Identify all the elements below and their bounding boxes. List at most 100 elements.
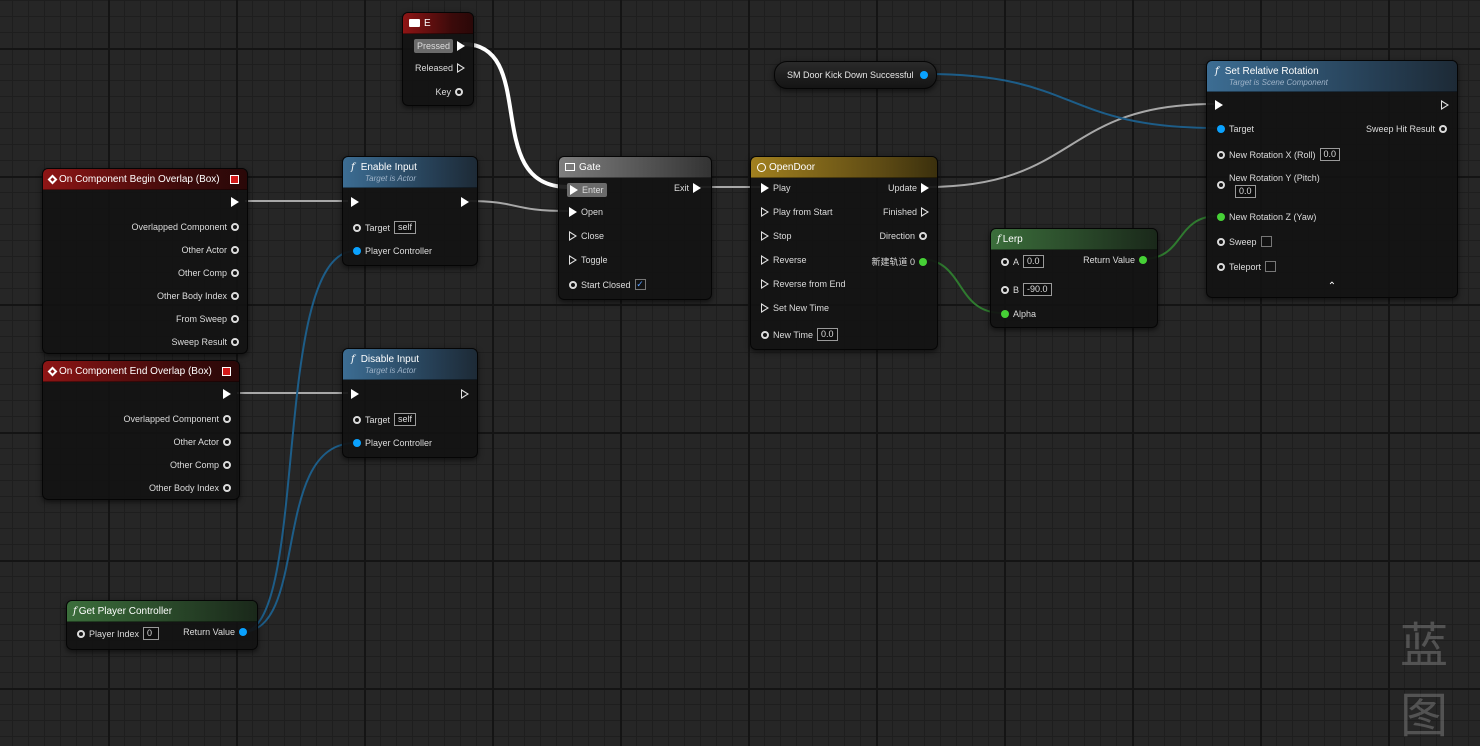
sm-door-variable-node[interactable]: SM Door Kick Down Successful <box>774 61 937 89</box>
get-player-controller-node[interactable]: f Get Player Controller Player Index 0 Ret… <box>66 600 258 650</box>
sweep-checkbox[interactable] <box>1260 236 1272 247</box>
lerp-a-pin[interactable]: A 0.0 <box>1001 255 1044 268</box>
set-rotation-exec-in-pin[interactable] <box>1215 100 1223 110</box>
rotation-x-value[interactable]: 0.0 <box>1319 148 1341 161</box>
timeline-stop-pin[interactable]: Stop <box>761 231 792 241</box>
gate-node[interactable]: Gate Enter Exit Open Close Toggle Start … <box>558 156 712 300</box>
player-index-value[interactable]: 0 <box>143 627 160 640</box>
timeline-new-time-pin[interactable]: New Time 0.0 <box>761 328 838 341</box>
exec-in-icon <box>761 231 769 241</box>
teleport-pin[interactable]: Teleport <box>1217 261 1277 272</box>
exec-out-icon <box>1441 100 1449 110</box>
other-actor-pin[interactable]: Other Actor <box>181 245 239 255</box>
lerp-alpha-pin[interactable]: Alpha <box>1001 309 1036 319</box>
begin-overlap-exec-pin[interactable] <box>231 197 239 207</box>
enable-exec-out-pin[interactable] <box>461 197 469 207</box>
enable-exec-in-pin[interactable] <box>351 197 359 207</box>
enable-target-value[interactable]: self <box>394 221 417 234</box>
gate-open-pin[interactable]: Open <box>569 207 603 217</box>
timeline-update-pin[interactable]: Update <box>888 183 929 193</box>
object-pin-icon <box>231 246 239 254</box>
collapse-arrow-icon[interactable]: ⌃ <box>1207 281 1457 292</box>
sweep-hit-result-pin[interactable]: Sweep Hit Result <box>1366 124 1447 134</box>
timeline-finished-pin[interactable]: Finished <box>883 207 929 217</box>
lerp-b-pin[interactable]: B -90.0 <box>1001 283 1052 296</box>
disable-exec-out-pin[interactable] <box>461 389 469 399</box>
timeline-reverse-from-end-pin[interactable]: Reverse from End <box>761 279 846 289</box>
float-pin-icon <box>1001 310 1009 318</box>
disable-exec-in-pin[interactable] <box>351 389 359 399</box>
get-pc-header: f Get Player Controller <box>67 601 257 622</box>
event-icon <box>47 174 58 184</box>
exec-in-icon <box>761 279 769 289</box>
timeline-header: OpenDoor <box>751 157 937 178</box>
opendoor-timeline-node[interactable]: OpenDoor Play Play from Start Stop Rever… <box>750 156 938 350</box>
object-pin-icon <box>353 247 361 255</box>
lerp-a-value[interactable]: 0.0 <box>1023 255 1044 268</box>
pressed-pin[interactable]: Pressed <box>413 39 465 53</box>
struct-pin-icon <box>231 338 239 346</box>
timeline-play-from-start-pin[interactable]: Play from Start <box>761 207 833 217</box>
wire-pressed-to-enter <box>462 42 569 189</box>
disable-input-node[interactable]: f Disable Input Target is Actor Target sel… <box>342 348 478 458</box>
timeline-reverse-pin[interactable]: Reverse <box>761 255 807 265</box>
timeline-set-new-time-pin[interactable]: Set New Time <box>761 303 829 313</box>
timeline-track-pin[interactable]: 新建轨道 0 <box>871 255 927 268</box>
lerp-b-value[interactable]: -90.0 <box>1023 283 1052 296</box>
player-index-pin[interactable]: Player Index 0 <box>77 627 160 640</box>
end-other-actor-pin[interactable]: Other Actor <box>173 437 231 447</box>
gate-enter-pin[interactable]: Enter <box>567 183 607 197</box>
enable-target-pin[interactable]: Target self <box>353 221 417 234</box>
wire-update-to-set-rotation <box>925 103 1215 188</box>
key-pin[interactable]: Key <box>435 87 463 97</box>
teleport-checkbox[interactable] <box>1265 261 1277 272</box>
other-comp-pin[interactable]: Other Comp <box>178 268 239 278</box>
exec-out-icon <box>461 197 469 207</box>
timeline-play-pin[interactable]: Play <box>761 183 791 193</box>
end-other-comp-pin[interactable]: Other Comp <box>170 460 231 470</box>
gate-close-pin[interactable]: Close <box>569 231 604 241</box>
from-sweep-pin[interactable]: From Sweep <box>176 314 239 324</box>
bool-pin-icon <box>1217 262 1225 271</box>
lerp-return-pin[interactable]: Return Value <box>1083 255 1147 265</box>
set-relative-rotation-node[interactable]: f Set Relative Rotation Target is Scene C… <box>1206 60 1458 298</box>
sweep-result-pin[interactable]: Sweep Result <box>171 337 239 347</box>
other-body-index-pin[interactable]: Other Body Index <box>157 291 239 301</box>
enable-input-node[interactable]: f Enable Input Target is Actor Target self… <box>342 156 478 266</box>
gate-toggle-pin[interactable]: Toggle <box>569 255 608 265</box>
released-pin[interactable]: Released <box>415 63 465 73</box>
lerp-node[interactable]: f Lerp A 0.0 B -90.0 Alpha Return Value <box>990 228 1158 328</box>
exec-in-icon <box>761 303 769 313</box>
clock-icon <box>757 162 766 172</box>
overlapped-component-pin[interactable]: Overlapped Component <box>131 222 239 232</box>
end-overlap-exec-pin[interactable] <box>223 389 231 399</box>
disable-player-controller-pin[interactable]: Player Controller <box>353 438 432 448</box>
end-overlap-event-node[interactable]: On Component End Overlap (Box) Overlappe… <box>42 360 240 500</box>
disable-target-pin[interactable]: Target self <box>353 413 417 426</box>
variable-name: SM Door Kick Down Successful <box>787 70 914 80</box>
exec-out-icon <box>921 183 929 193</box>
set-rotation-exec-out-pin[interactable] <box>1441 100 1449 110</box>
object-pin-icon <box>231 269 239 277</box>
timeline-direction-pin[interactable]: Direction <box>879 231 927 241</box>
gate-exit-pin[interactable]: Exit <box>674 183 701 193</box>
rotation-z-pin[interactable]: New Rotation Z (Yaw) <box>1217 212 1316 222</box>
rotation-x-pin[interactable]: New Rotation X (Roll) 0.0 <box>1217 148 1341 161</box>
set-rotation-target-pin[interactable]: Target <box>1217 124 1254 134</box>
get-pc-return-pin[interactable]: Return Value <box>183 627 247 637</box>
object-pin-icon[interactable] <box>919 71 928 79</box>
sweep-pin[interactable]: Sweep <box>1217 236 1272 247</box>
end-other-body-index-pin[interactable]: Other Body Index <box>149 483 231 493</box>
start-closed-checkbox[interactable]: ✓ <box>634 279 646 290</box>
end-overlapped-component-pin[interactable]: Overlapped Component <box>123 414 231 424</box>
exec-out-icon <box>231 197 239 207</box>
rotation-y-pin[interactable]: New Rotation Y (Pitch) 0.0 <box>1217 173 1320 198</box>
begin-overlap-event-node[interactable]: On Component Begin Overlap (Box) Overlap… <box>42 168 248 354</box>
gate-start-closed-pin[interactable]: Start Closed ✓ <box>569 279 646 290</box>
disable-target-value[interactable]: self <box>394 413 417 426</box>
key-e-event-node[interactable]: E Pressed Released Key <box>402 12 474 106</box>
enable-player-controller-pin[interactable]: Player Controller <box>353 246 432 256</box>
exec-out-icon <box>457 41 465 51</box>
new-time-value[interactable]: 0.0 <box>817 328 838 341</box>
rotation-y-value[interactable]: 0.0 <box>1235 185 1256 198</box>
